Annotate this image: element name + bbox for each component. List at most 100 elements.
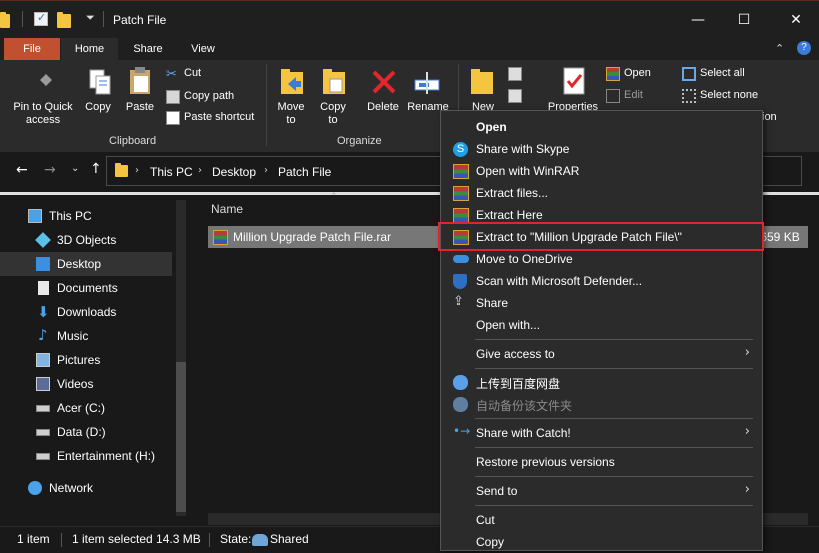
scissors-icon: ✂ [166, 67, 177, 82]
menu-item-share[interactable]: ⇪ Share [442, 292, 762, 314]
folder-icon [0, 12, 10, 28]
pin-label-2: access [25, 114, 61, 126]
collapse-ribbon-icon[interactable]: ⌃ [775, 42, 784, 55]
tab-share[interactable]: Share [118, 38, 178, 60]
maximize-icon: ☐ [737, 12, 751, 28]
paste-shortcut-button[interactable]: Paste shortcut [184, 111, 254, 123]
tab-home[interactable]: Home [61, 38, 118, 60]
select-none-icon [682, 89, 696, 103]
copy-path-icon [166, 90, 180, 104]
open-button[interactable]: Open [624, 67, 651, 79]
menu-item-open-winrar[interactable]: Open with WinRAR [442, 160, 762, 182]
minimize-button[interactable]: — [675, 1, 721, 39]
back-icon[interactable]: ← [16, 162, 28, 178]
column-header-name[interactable]: Name [211, 202, 243, 216]
nav-item-documents[interactable]: Documents [0, 276, 172, 300]
nav-item-acer-c[interactable]: Acer (C:) [0, 396, 172, 420]
menu-item-open-with[interactable]: Open with... [442, 314, 762, 336]
invert-selection-button[interactable]: ion [762, 111, 777, 123]
chevron-right-icon: › [744, 345, 750, 360]
maximize-button[interactable]: ☐ [721, 1, 767, 39]
paste-button[interactable]: Paste [122, 101, 158, 114]
menu-item-cut[interactable]: Cut [442, 509, 762, 531]
nav-item-this-pc[interactable]: This PC [0, 204, 172, 228]
forward-icon[interactable]: → [44, 162, 56, 178]
help-icon[interactable]: ? [797, 41, 811, 55]
menu-item-give-access[interactable]: Give access to › [442, 343, 762, 365]
menu-item-copy[interactable]: Copy [442, 531, 762, 553]
menu-item-send-to[interactable]: Send to › [442, 480, 762, 502]
nav-item-label: Entertainment (H:) [57, 449, 156, 463]
easy-access-icon[interactable] [508, 89, 522, 103]
menu-item-scan-defender[interactable]: Scan with Microsoft Defender... [442, 270, 762, 292]
menu-item-label: Share with Catch! [476, 426, 571, 440]
nav-item-data-d[interactable]: Data (D:) [0, 420, 172, 444]
up-icon[interactable]: ↑ [90, 161, 102, 177]
menu-item-share-catch[interactable]: •→ Share with Catch! › [442, 422, 762, 444]
nav-item-entertainment-h[interactable]: Entertainment (H:) [0, 444, 172, 468]
nav-item-pictures[interactable]: Pictures [0, 348, 172, 372]
chevron-right-icon: › [744, 424, 750, 439]
drive-icon [36, 429, 50, 436]
nav-item-desktop[interactable]: Desktop [0, 252, 172, 276]
menu-item-restore-versions[interactable]: Restore previous versions [442, 451, 762, 473]
select-all-button[interactable]: Select all [700, 67, 745, 79]
breadcrumb-patch-file[interactable]: Patch File [278, 165, 331, 179]
new-item-icon[interactable] [508, 67, 522, 81]
tab-file[interactable]: File [4, 38, 60, 60]
nav-item-label: Data (D:) [57, 425, 106, 439]
nav-item-downloads[interactable]: ⬇ Downloads [0, 300, 172, 324]
menu-item-label: Extract Here [476, 208, 543, 222]
skype-icon: S [453, 142, 468, 157]
menu-item-open[interactable]: Open [442, 116, 762, 138]
menu-item-label: Open with... [476, 318, 541, 332]
nav-item-network[interactable]: Network [0, 476, 172, 500]
nav-item-music[interactable]: ♪ Music [0, 324, 172, 348]
breadcrumb-desktop[interactable]: Desktop [212, 165, 256, 179]
menu-divider [475, 447, 753, 448]
menu-item-baidu-upload[interactable]: 上传到百度网盘 [442, 371, 762, 393]
copy-to-button[interactable]: Copy to [315, 101, 351, 127]
menu-item-extract-files[interactable]: Extract files... [442, 182, 762, 204]
tab-view[interactable]: View [178, 38, 228, 60]
nav-item-videos[interactable]: Videos [0, 372, 172, 396]
highlight-annotation [438, 222, 764, 251]
share-icon: ⇪ [453, 294, 464, 309]
nav-item-label: Music [57, 329, 89, 343]
copy-to-label-2: to [328, 114, 338, 126]
navigation-scrollbar-thumb[interactable] [176, 362, 186, 512]
divider [61, 533, 62, 547]
nav-item-label: This PC [49, 209, 92, 223]
pin-icon [30, 68, 58, 96]
select-none-button[interactable]: Select none [700, 89, 758, 101]
nav-item-label: Desktop [57, 257, 102, 271]
chevron-down-icon[interactable]: ⏷ [86, 11, 100, 25]
edit-button[interactable]: Edit [624, 89, 643, 101]
menu-item-label: Restore previous versions [476, 455, 615, 469]
copy-path-button[interactable]: Copy path [184, 90, 234, 102]
copy-button[interactable]: Copy [80, 101, 116, 114]
breadcrumb-separator: › [135, 165, 139, 176]
pin-to-quick-access-button[interactable]: Pin to Quick access [6, 101, 80, 127]
menu-item-share-skype[interactable]: S Share with Skype [442, 138, 762, 160]
properties-icon[interactable] [34, 11, 48, 26]
nav-item-3d-objects[interactable]: 3D Objects [0, 228, 172, 252]
move-to-label-2: to [286, 114, 296, 126]
cut-button[interactable]: Cut [184, 67, 201, 79]
delete-button[interactable]: Delete [363, 101, 403, 114]
breadcrumb-this-pc[interactable]: This PC [150, 165, 193, 179]
new-folder-icon[interactable] [57, 12, 71, 28]
nav-item-label: Videos [57, 377, 94, 391]
close-button[interactable]: ✕ [773, 1, 819, 39]
videos-icon [36, 377, 50, 391]
recent-locations-icon[interactable]: ⌄ [71, 163, 79, 174]
move-to-button[interactable]: Move to [273, 101, 309, 127]
window-title: Patch File [113, 13, 167, 27]
menu-item-label: Copy [476, 535, 505, 549]
minimize-icon: — [691, 12, 705, 28]
nav-item-label: Downloads [57, 305, 117, 319]
divider [103, 11, 104, 27]
network-icon [28, 481, 42, 495]
menu-item-move-onedrive[interactable]: Move to OneDrive [442, 248, 762, 270]
menu-item-label: Move to OneDrive [476, 252, 573, 266]
